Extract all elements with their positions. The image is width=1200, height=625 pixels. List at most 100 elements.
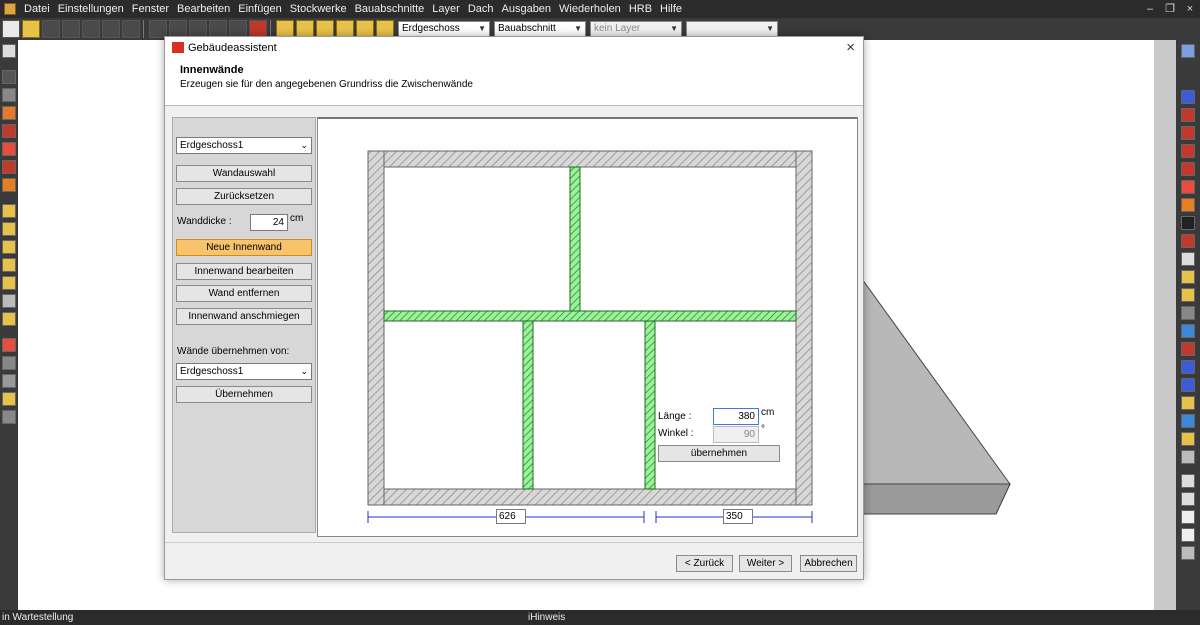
menu-datei[interactable]: Datei — [20, 3, 54, 15]
layer-combo[interactable]: kein Layer ▼ — [590, 21, 682, 37]
box-icon[interactable] — [1181, 270, 1195, 284]
section-combo[interactable]: Bauabschnitt ▼ — [494, 21, 586, 37]
print-preview-icon[interactable] — [102, 20, 120, 38]
cancel-button[interactable]: Abbrechen — [800, 555, 857, 572]
scroll-icon[interactable] — [1181, 546, 1195, 560]
close-app-button[interactable]: × — [1180, 0, 1200, 18]
roof-icon[interactable] — [2, 178, 16, 192]
roof-3d-icon[interactable] — [1181, 126, 1195, 140]
angle-input[interactable]: 90 — [713, 426, 759, 443]
window-icon[interactable] — [2, 106, 16, 120]
close-icon[interactable]: × — [846, 39, 855, 56]
roof-2-icon[interactable] — [1181, 198, 1195, 212]
pointer-icon[interactable] — [2, 44, 16, 58]
panel-4-icon[interactable] — [1181, 528, 1195, 542]
measure-icon[interactable] — [2, 374, 16, 388]
menu-layer[interactable]: Layer — [428, 3, 464, 15]
ruler-icon[interactable] — [1181, 432, 1195, 446]
door-icon[interactable] — [2, 124, 16, 138]
chevron-down-icon: ▼ — [670, 24, 678, 33]
settings-icon[interactable] — [2, 410, 16, 424]
chevron-down-icon: ⌄ — [300, 366, 308, 376]
floor-plan-preview[interactable]: 626 350 Länge : 380 cm Winkel : 90 ° übe… — [317, 117, 858, 537]
menu-fenster[interactable]: Fenster — [128, 3, 173, 15]
menu-ausgaben[interactable]: Ausgaben — [498, 3, 556, 15]
panel-icon[interactable] — [1181, 474, 1195, 488]
print-icon[interactable] — [82, 20, 100, 38]
new-inner-wall-button[interactable]: Neue Innenwand — [176, 239, 312, 256]
menu-bar: Datei Einstellungen Fenster Bearbeiten E… — [0, 0, 1200, 18]
wall-thickness-input[interactable]: 24 — [250, 214, 288, 231]
wall-icon[interactable] — [2, 70, 16, 84]
stairs-2-icon[interactable] — [2, 222, 16, 236]
layers-icon[interactable] — [2, 88, 16, 102]
blue-tool-icon[interactable] — [1181, 324, 1195, 338]
dimension-input-left[interactable]: 626 — [496, 509, 526, 524]
new-file-icon[interactable] — [2, 20, 20, 38]
minimize-button[interactable]: – — [1140, 0, 1160, 18]
view-icon[interactable] — [1181, 44, 1195, 58]
step-title: Innenwände — [180, 64, 244, 76]
grid-icon[interactable] — [1181, 450, 1195, 464]
arch-icon[interactable] — [1181, 252, 1195, 266]
stairs-icon[interactable] — [2, 204, 16, 218]
outer-wall-right — [795, 150, 813, 506]
remove-wall-button[interactable]: Wand entfernen — [176, 285, 312, 302]
folder-icon[interactable] — [1181, 396, 1195, 410]
restore-button[interactable]: ❐ — [1160, 0, 1180, 18]
length-input[interactable]: 380 — [713, 408, 759, 425]
empty-combo[interactable]: ▼ — [686, 21, 778, 37]
panel-3-icon[interactable] — [1181, 510, 1195, 524]
railing-icon[interactable] — [2, 276, 16, 290]
snap-inner-wall-button[interactable]: Innenwand anschmiegen — [176, 308, 312, 325]
menu-bauabschnitte[interactable]: Bauabschnitte — [351, 3, 429, 15]
stairs-3-icon[interactable] — [2, 240, 16, 254]
floor-3d-icon[interactable] — [1181, 144, 1195, 158]
window-3d-icon[interactable] — [1181, 360, 1195, 374]
undo-icon[interactable] — [122, 20, 140, 38]
save-as-icon[interactable] — [62, 20, 80, 38]
menu-einstellungen[interactable]: Einstellungen — [54, 3, 128, 15]
menu-hilfe[interactable]: Hilfe — [656, 3, 686, 15]
tool-2-icon[interactable] — [1181, 414, 1195, 428]
menu-stockwerke[interactable]: Stockwerke — [286, 3, 351, 15]
menu-hrb[interactable]: HRB — [625, 3, 656, 15]
delete-icon[interactable] — [2, 338, 16, 352]
pencil-icon[interactable] — [1181, 288, 1195, 302]
door-3d-icon[interactable] — [1181, 216, 1195, 230]
menu-einfuegen[interactable]: Einfügen — [234, 3, 285, 15]
tools-icon[interactable] — [2, 356, 16, 370]
panel-2-icon[interactable] — [1181, 492, 1195, 506]
menu-bearbeiten[interactable]: Bearbeiten — [173, 3, 234, 15]
reset-button[interactable]: Zurücksetzen — [176, 188, 312, 205]
house-3d-icon[interactable] — [1181, 162, 1195, 176]
apply-length-button[interactable]: übernehmen — [658, 445, 780, 462]
dimension-icon[interactable] — [2, 392, 16, 406]
next-button[interactable]: Weiter > — [739, 555, 792, 572]
car-icon[interactable] — [1181, 234, 1195, 248]
text-icon[interactable] — [2, 312, 16, 326]
house-icon[interactable] — [2, 160, 16, 174]
edit-inner-wall-button[interactable]: Innenwand bearbeiten — [176, 263, 312, 280]
floor-combo[interactable]: Erdgeschoss ▼ — [398, 21, 490, 37]
slash-icon[interactable] — [1181, 306, 1195, 320]
line-icon[interactable] — [2, 294, 16, 308]
arc-icon[interactable] — [2, 258, 16, 272]
back-button[interactable]: < Zurück — [676, 555, 733, 572]
room-icon[interactable] — [2, 142, 16, 156]
take-over-button[interactable]: Übernehmen — [176, 386, 312, 403]
wall-selection-button[interactable]: Wandauswahl — [176, 165, 312, 182]
outer-wall-left — [367, 150, 385, 506]
copy-icon[interactable] — [1181, 378, 1195, 392]
open-folder-icon[interactable] — [22, 20, 40, 38]
menu-wiederholen[interactable]: Wiederholen — [555, 3, 625, 15]
3d-view-icon[interactable] — [1181, 90, 1195, 104]
floor-select[interactable]: Erdgeschoss1 ⌄ — [176, 137, 312, 154]
menu-dach[interactable]: Dach — [464, 3, 498, 15]
walls-3d-icon[interactable] — [1181, 108, 1195, 122]
take-walls-from-select[interactable]: Erdgeschoss1 ⌄ — [176, 363, 312, 380]
save-icon[interactable] — [42, 20, 60, 38]
house-2-icon[interactable] — [1181, 180, 1195, 194]
pin-icon[interactable] — [1181, 342, 1195, 356]
dimension-input-right[interactable]: 350 — [723, 509, 753, 524]
